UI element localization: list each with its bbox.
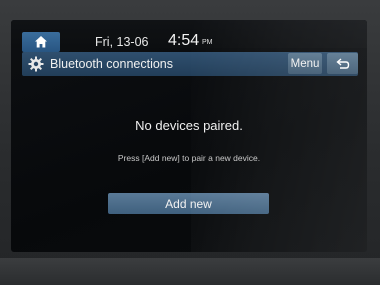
page-title: Bluetooth connections [50, 57, 174, 71]
back-button[interactable] [327, 53, 358, 74]
status-date: Fri, 13-06 [95, 35, 149, 49]
status-time: 4:54 [168, 32, 200, 49]
add-new-button[interactable]: Add new [108, 193, 269, 214]
menu-button[interactable]: Menu [288, 53, 322, 74]
pairing-hint: Press [Add new] to pair a new device. [117, 153, 261, 163]
status-ampm: PM [202, 39, 213, 46]
no-devices-message: No devices paired. [135, 118, 243, 133]
back-icon [335, 57, 349, 69]
infotainment-screen: Fri, 13-06 4:54 PM Bluetooth connections… [11, 20, 367, 252]
home-button[interactable] [22, 32, 60, 52]
title-bar: Bluetooth connections Menu [22, 52, 358, 76]
gear-icon [28, 56, 44, 72]
home-icon [35, 36, 47, 48]
bezel-bottom-trim [0, 258, 380, 285]
